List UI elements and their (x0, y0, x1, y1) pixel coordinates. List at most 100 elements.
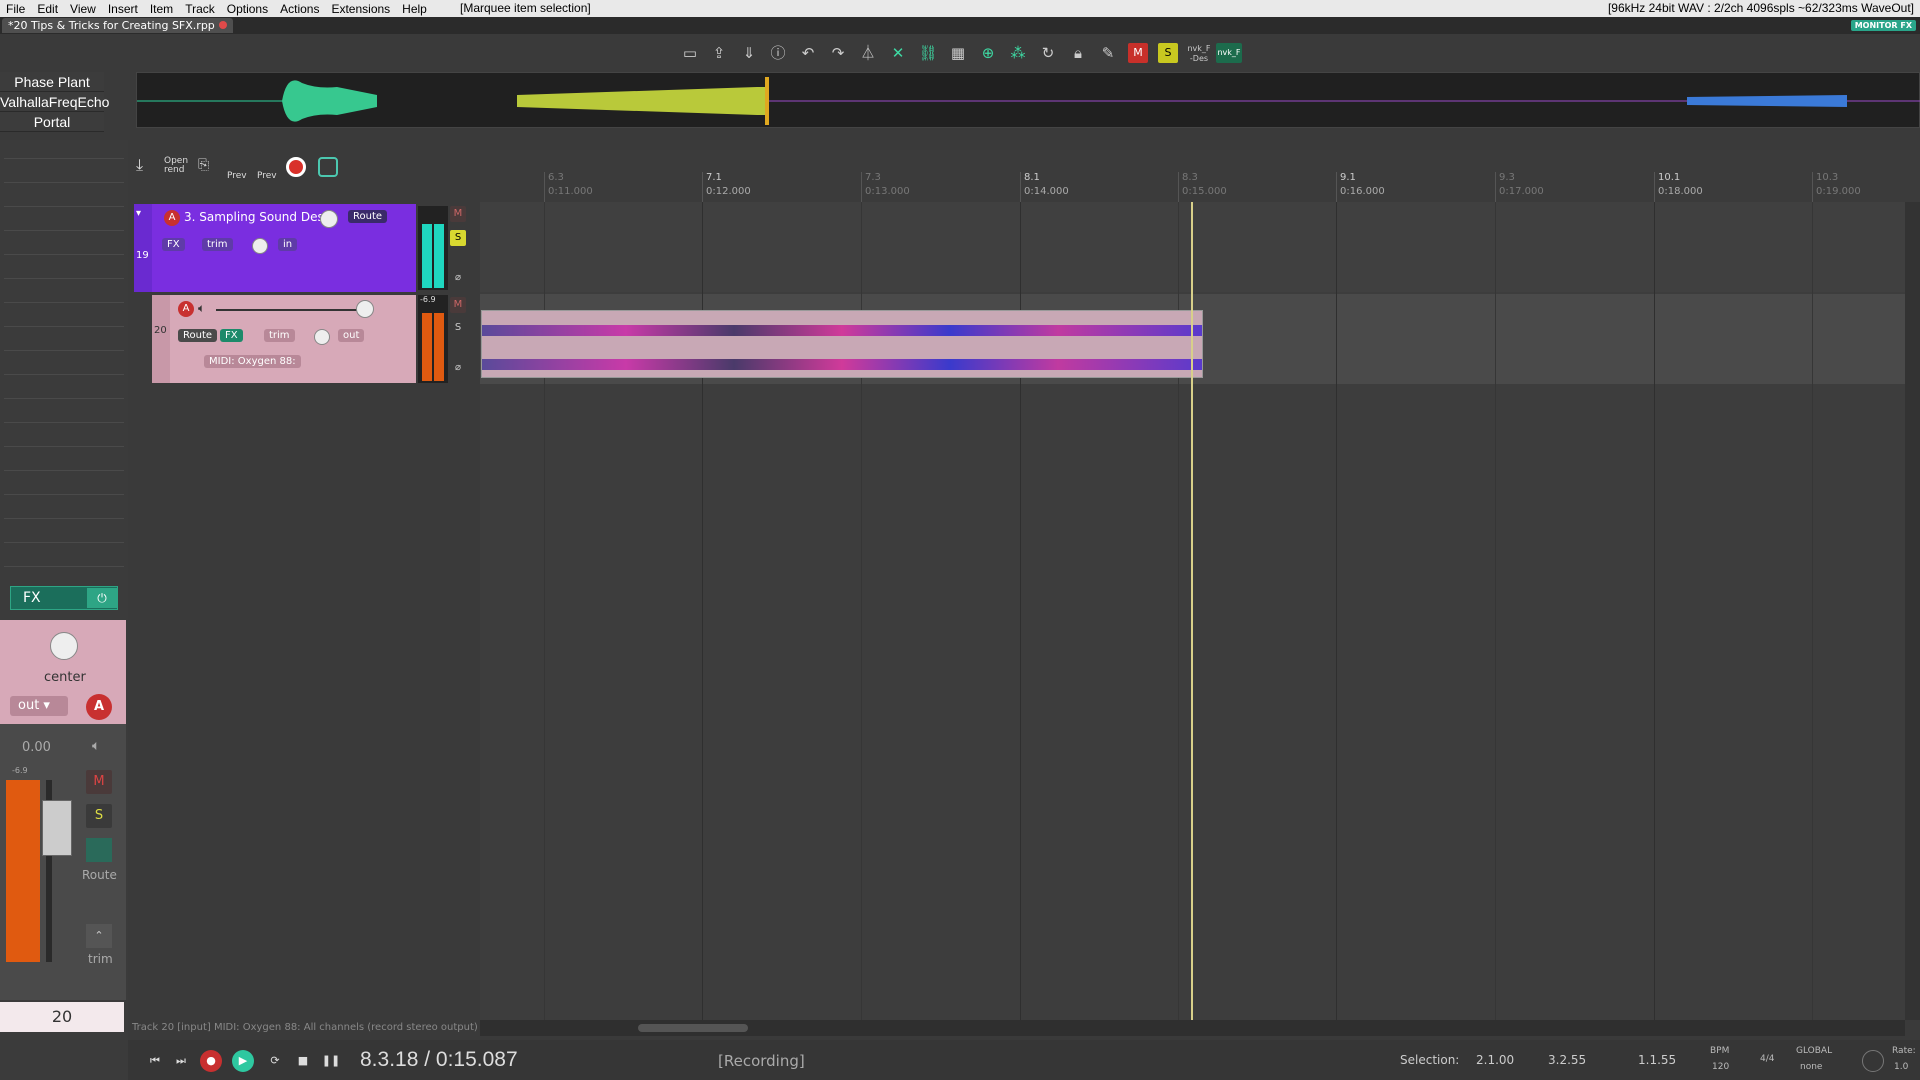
repeat-icon[interactable]: ⟳ (264, 1050, 286, 1072)
recording-item[interactable] (481, 310, 1203, 378)
menu-file[interactable]: File (0, 0, 31, 17)
track20-speaker-icon[interactable]: 🔈︎ (198, 301, 205, 316)
mixer-solo-button[interactable]: S (86, 804, 112, 828)
download-icon[interactable]: ⇓ (739, 43, 759, 63)
link-icon[interactable]: ⛓ (918, 43, 938, 63)
track20-phase-icon[interactable]: ⌀ (450, 360, 466, 376)
render-queue-icon[interactable]: ⎘ (198, 157, 220, 177)
waveform-overview[interactable] (136, 72, 1920, 128)
upload-icon[interactable]: ⇪ (709, 43, 729, 63)
track20-number-strip[interactable]: 20 (152, 295, 170, 383)
menu-extensions[interactable]: Extensions (325, 0, 396, 17)
track20-pan-knob[interactable] (314, 329, 330, 345)
lock-icon[interactable]: 🔒︎ (1068, 43, 1088, 63)
mixer-speaker-icon[interactable]: 🔈︎ (92, 738, 100, 754)
timeline-ruler[interactable]: 6.3 0:11.000 7.1 0:12.000 7.3 0:13.000 8.1 0… (480, 150, 1920, 202)
menu-actions[interactable]: Actions (274, 0, 325, 17)
mixer-fader[interactable] (42, 800, 72, 856)
s-icon[interactable]: S (1158, 43, 1178, 63)
mixer-pan-knob[interactable] (50, 632, 78, 660)
open-rend-button[interactable]: Open rend (164, 157, 190, 175)
info-icon[interactable]: ⓘ (768, 43, 788, 63)
record-icon[interactable] (286, 157, 306, 177)
project-tab[interactable]: *20 Tips & Tricks for Creating SFX.rpp (2, 18, 233, 33)
track19-mute-button[interactable]: M (450, 206, 466, 222)
time-signature[interactable]: 4/4 (1760, 1054, 1774, 1064)
track20-volume-slider[interactable] (356, 300, 374, 318)
play-button-icon[interactable]: ▶ (232, 1050, 254, 1072)
track19-volume-knob[interactable] (320, 210, 338, 228)
vertical-scrollbar[interactable] (1905, 202, 1920, 1020)
menu-edit[interactable]: Edit (31, 0, 64, 17)
fx-item-valhalla[interactable]: ValhallaFreqEcho (0, 92, 109, 112)
track20-solo-button[interactable]: S (450, 320, 466, 336)
track20-route-button[interactable]: Route (178, 329, 218, 342)
menu-help[interactable]: Help (396, 0, 433, 17)
horizontal-scrollbar[interactable] (480, 1020, 1905, 1036)
monitor-fx-button[interactable]: MONITOR FX (1850, 20, 1916, 31)
track20-header[interactable]: A 🔈︎ Route FX trim out MIDI: Oxygen 88: (170, 295, 416, 383)
go-to-start-icon[interactable]: ⏮ (144, 1050, 166, 1072)
selection-end[interactable]: 3.2.55 (1548, 1053, 1586, 1067)
rate-value[interactable]: 1.0 (1894, 1062, 1908, 1072)
mixer-route-icon[interactable] (86, 838, 112, 862)
marquee-icon[interactable]: ⁂ (1008, 43, 1028, 63)
track19-fold-icon[interactable]: ▾ (136, 208, 141, 219)
loop-icon[interactable]: ↻ (1038, 43, 1058, 63)
track19-name[interactable]: 3. Sampling Sound Desig (184, 210, 335, 224)
menu-options[interactable]: Options (221, 0, 274, 17)
track20-fx-button[interactable]: FX (220, 329, 243, 342)
fx-power-icon[interactable]: ⏻ (87, 588, 117, 608)
menu-view[interactable]: View (64, 0, 102, 17)
rate-knob[interactable] (1862, 1050, 1884, 1072)
mixer-arm-icon[interactable]: A (86, 694, 112, 720)
selection-start[interactable]: 2.1.00 (1476, 1053, 1514, 1067)
track19-pan-knob[interactable] (252, 238, 268, 254)
record-button-icon[interactable]: ● (200, 1050, 222, 1072)
snap-icon[interactable]: ⊕ (978, 43, 998, 63)
track19-solo-button[interactable]: S (450, 230, 466, 246)
capture-icon[interactable] (318, 157, 338, 177)
prev-button-2[interactable]: Prev (257, 171, 277, 181)
track20-mute-button[interactable]: M (450, 297, 466, 313)
fx-item-portal[interactable]: Portal (0, 112, 104, 132)
track20-trim-button[interactable]: trim (264, 329, 295, 342)
undo-icon[interactable]: ↶ (798, 43, 818, 63)
ripple-icon[interactable]: ✕ (888, 43, 908, 63)
track20-arm-icon[interactable]: A (178, 301, 194, 317)
prev-button-1[interactable]: Prev (227, 171, 247, 181)
horizontal-scroll-thumb[interactable] (638, 1024, 748, 1032)
stop-icon[interactable]: ■ (292, 1050, 314, 1072)
fx-item-phase-plant[interactable]: Phase Plant (0, 72, 104, 92)
metronome-icon[interactable]: ⏃ (858, 43, 878, 63)
new-file-icon[interactable]: ▭ (680, 43, 700, 63)
track19-trim-button[interactable]: trim (202, 238, 233, 251)
mixer-output-button[interactable]: out ▾ (10, 696, 68, 716)
menu-item[interactable]: Item (144, 0, 179, 17)
redo-icon[interactable]: ↷ (828, 43, 848, 63)
track19-input-button[interactable]: in (278, 238, 298, 251)
pencil-icon[interactable]: ✎ (1098, 43, 1118, 63)
mixer-fx-button[interactable]: FX ⏻ (10, 586, 118, 610)
nvk-des-icon[interactable]: nvk_F -Des (1186, 44, 1212, 64)
track19-route-button[interactable]: Route (348, 210, 388, 223)
go-to-end-icon[interactable]: ⏭ (170, 1050, 192, 1072)
track19-arm-icon[interactable]: A (164, 210, 180, 226)
render-download-icon[interactable]: ⤓ (136, 155, 156, 177)
track19-number-strip[interactable]: ▾ 19 (134, 204, 152, 292)
track20-midi-input[interactable]: MIDI: Oxygen 88: (204, 355, 301, 368)
track19-fx-button[interactable]: FX (162, 238, 185, 251)
menu-track[interactable]: Track (179, 0, 221, 17)
nvk-f-icon[interactable]: nvk_F (1216, 43, 1242, 63)
track20-output-button[interactable]: out (338, 329, 365, 342)
selection-length[interactable]: 1.1.55 (1638, 1053, 1676, 1067)
track19-phase-icon[interactable]: ⌀ (450, 270, 466, 286)
pause-icon[interactable]: ❚❚ (320, 1050, 342, 1072)
grid-icon[interactable]: ▦ (948, 43, 968, 63)
m-icon[interactable]: M (1128, 43, 1148, 63)
menu-insert[interactable]: Insert (102, 0, 144, 17)
mixer-trim-icon[interactable]: ⌃ (86, 924, 112, 948)
bpm-value[interactable]: 120 (1712, 1062, 1729, 1072)
mixer-mute-button[interactable]: M (86, 770, 112, 794)
global-none-value[interactable]: none (1800, 1062, 1822, 1072)
